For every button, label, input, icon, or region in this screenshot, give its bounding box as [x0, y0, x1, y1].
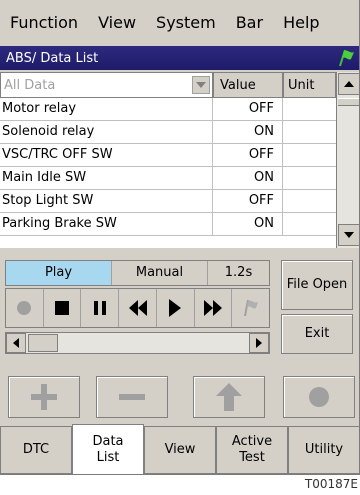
row-value: OFF [213, 144, 283, 166]
tab-data-list-line1: Data [92, 433, 124, 449]
list-rows: Motor relay OFF Solenoid relay ON VSC/TR… [0, 98, 336, 236]
tab-dtc[interactable]: DTC [0, 426, 72, 474]
record-icon [17, 301, 32, 315]
chevron-down-icon[interactable] [192, 76, 210, 94]
exit-button[interactable]: Exit [281, 314, 353, 354]
pause-icon [93, 301, 106, 315]
data-filter-select[interactable]: All Data [0, 72, 213, 98]
scroll-up-button[interactable] [338, 73, 359, 95]
menu-view[interactable]: View [88, 0, 146, 46]
rewind-button[interactable] [119, 289, 157, 327]
title-bar: ABS/ Data List [0, 46, 359, 72]
stop-button[interactable] [44, 289, 82, 327]
tab-active-test[interactable]: Active Test [216, 426, 288, 474]
column-header-unit[interactable]: Unit [283, 72, 336, 98]
record-button[interactable] [6, 289, 44, 327]
tab-view[interactable]: View [144, 426, 216, 474]
circle-icon [309, 387, 329, 407]
row-name: Stop Light SW [0, 190, 213, 212]
row-name: VSC/TRC OFF SW [0, 144, 213, 166]
row-unit [283, 98, 336, 120]
scroll-thumb[interactable] [338, 98, 359, 106]
arrow-up-icon [344, 81, 354, 87]
tab-data-list-line2: List [96, 449, 120, 465]
playback-speed[interactable]: 1.2s [208, 261, 269, 285]
row-unit [283, 121, 336, 143]
scroll-down-button[interactable] [338, 224, 359, 246]
menu-function[interactable]: Function [0, 0, 88, 46]
row-value: ON [213, 213, 283, 235]
green-flag-icon [336, 48, 356, 72]
minus-icon [119, 394, 145, 400]
flag-marker-icon [243, 299, 258, 317]
row-name: Main Idle SW [0, 167, 213, 189]
bottom-tabs: DTC Data List View Active Test Utility [0, 424, 359, 474]
list-header: All Data Value Unit [0, 72, 336, 98]
pause-button[interactable] [81, 289, 120, 327]
move-up-button[interactable] [193, 376, 265, 418]
figure-caption: T00187E [304, 477, 358, 491]
tab-active-test-line1: Active [231, 434, 273, 449]
data-list: All Data Value Unit Motor relay OFF Sole… [0, 72, 359, 248]
row-value: OFF [213, 98, 283, 120]
transport-controls [5, 288, 270, 328]
menu-bar-item[interactable]: Bar [226, 0, 273, 46]
arrow-up-icon [216, 383, 242, 411]
file-open-button[interactable]: File Open [281, 260, 353, 310]
arrow-right-icon [256, 338, 262, 348]
fast-forward-icon [203, 300, 222, 316]
list-vertical-scrollbar[interactable] [336, 72, 359, 248]
timeline-thumb[interactable] [28, 334, 58, 352]
action-bar [0, 376, 359, 420]
row-unit [283, 144, 336, 166]
manual-mode-button[interactable]: Manual [112, 261, 208, 285]
table-row[interactable]: Solenoid relay ON [0, 121, 336, 144]
play-mode-button[interactable]: Play [6, 261, 112, 285]
timeline-scrollbar[interactable] [5, 332, 270, 354]
row-unit [283, 213, 336, 235]
row-unit [283, 190, 336, 212]
scroll-right-button[interactable] [249, 333, 269, 353]
menu-help[interactable]: Help [273, 0, 329, 46]
playback-mode-bar: Play Manual 1.2s [5, 260, 270, 286]
fast-forward-button[interactable] [195, 289, 233, 327]
stop-icon [55, 301, 70, 315]
table-row[interactable]: Parking Brake SW ON [0, 213, 336, 236]
play-icon [169, 299, 182, 317]
play-button[interactable] [157, 289, 195, 327]
row-name: Solenoid relay [0, 121, 213, 143]
device-screen: Function View System Bar Help ABS/ Data … [0, 0, 360, 475]
tab-utility[interactable]: Utility [288, 426, 359, 474]
table-row[interactable]: Stop Light SW OFF [0, 190, 336, 213]
row-unit [283, 167, 336, 189]
row-name: Parking Brake SW [0, 213, 213, 235]
playback-panel: Play Manual 1.2s File Open Exit [0, 254, 359, 374]
tab-active-test-line2: Test [239, 450, 265, 465]
menu-bar: Function View System Bar Help [0, 0, 359, 46]
table-row[interactable]: Motor relay OFF [0, 98, 336, 121]
add-button[interactable] [8, 376, 80, 418]
arrow-down-icon [344, 232, 354, 238]
row-value: ON [213, 121, 283, 143]
scroll-left-button[interactable] [6, 333, 26, 353]
screen-title: ABS/ Data List [6, 50, 99, 66]
table-row[interactable]: VSC/TRC OFF SW OFF [0, 144, 336, 167]
data-filter-value: All Data [4, 77, 56, 93]
rewind-icon [128, 300, 147, 316]
tab-data-list[interactable]: Data List [72, 424, 144, 474]
table-row[interactable]: Main Idle SW ON [0, 167, 336, 190]
row-name: Motor relay [0, 98, 213, 120]
record-point-button[interactable] [283, 376, 355, 418]
remove-button[interactable] [96, 376, 168, 418]
menu-system[interactable]: System [146, 0, 226, 46]
column-header-value[interactable]: Value [213, 72, 283, 98]
row-value: ON [213, 167, 283, 189]
marker-button[interactable] [232, 289, 269, 327]
arrow-left-icon [13, 338, 19, 348]
plus-icon [31, 384, 57, 410]
row-value: OFF [213, 190, 283, 212]
